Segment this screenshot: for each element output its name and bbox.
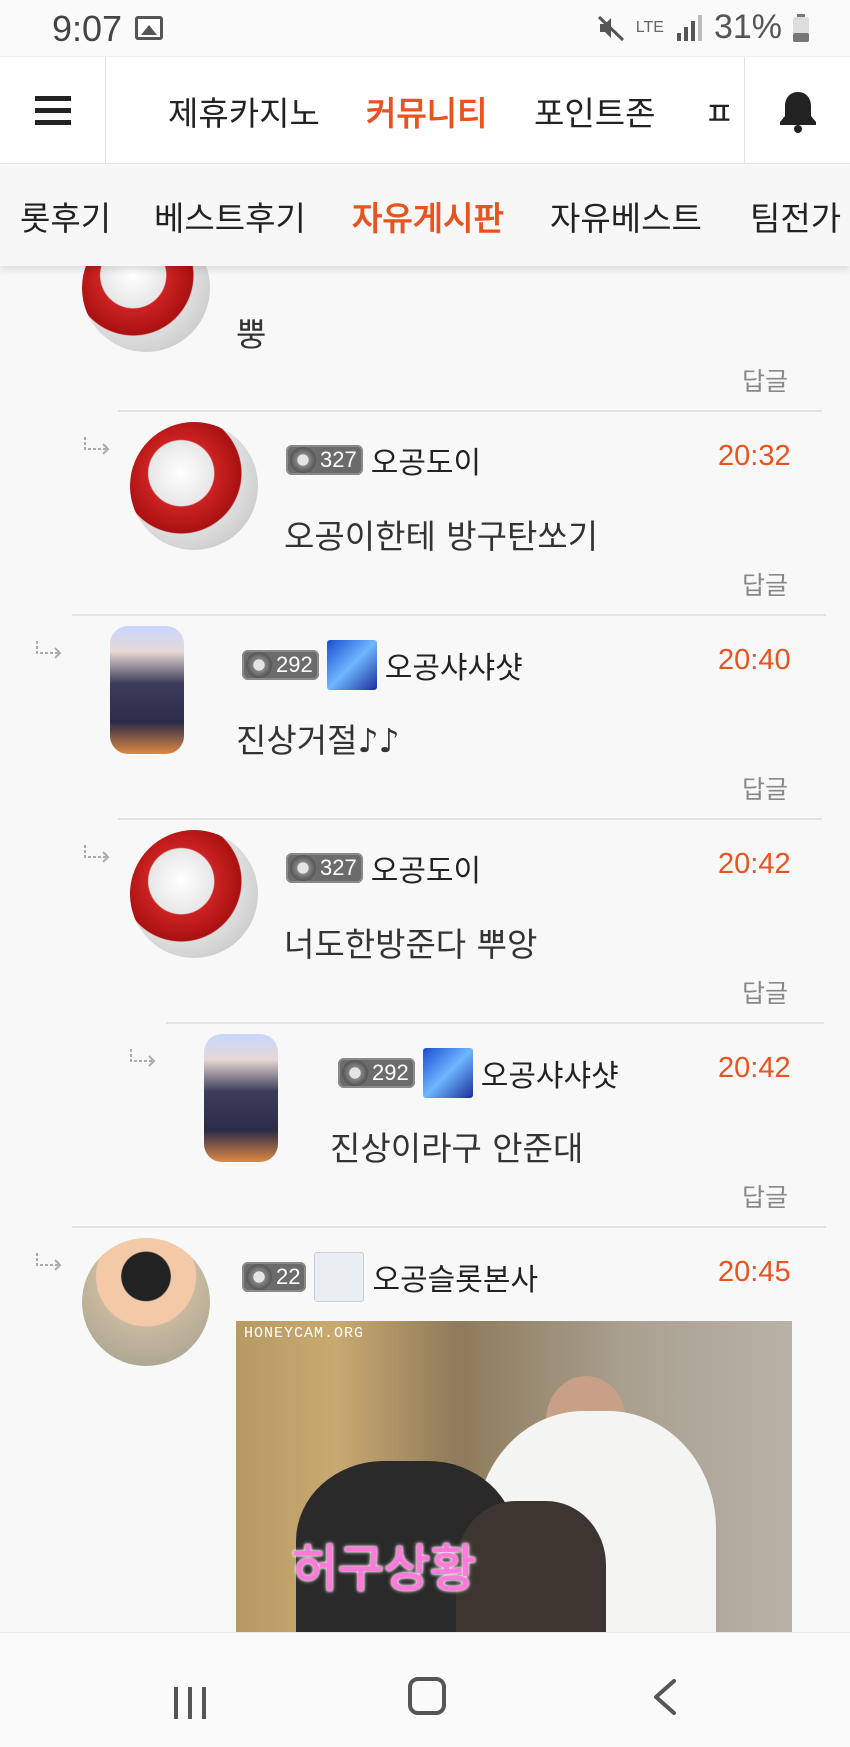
reply-arrow-icon [84,437,110,455]
comment-time: 20:42 [718,1052,791,1084]
emblem-icon [326,640,377,690]
system-nav-bar [0,1632,850,1747]
battery-icon [793,13,809,42]
reply-button[interactable]: 답글 [742,362,788,398]
status-icons: LTE 31% [596,8,810,47]
comment-gif-image[interactable]: HONEYCAM.ORG 허구상황 [236,1321,792,1632]
level-badge: 327 [286,445,363,475]
reply-button[interactable]: 답글 [742,1178,788,1214]
sub-tab-free-board[interactable]: 자유게시판 [352,192,504,240]
notification-button[interactable] [744,57,850,164]
divider [72,1226,826,1228]
avatar[interactable] [204,1034,278,1162]
comment-meta: 22 오공슬롯본사 [242,1252,538,1302]
battery-percent: 31% [713,8,782,46]
back-icon[interactable] [650,1677,680,1717]
comment-meta: 327 오공도이 [286,438,481,482]
avatar[interactable] [110,626,184,754]
divider [72,614,826,616]
emblem-icon [422,1048,473,1098]
recent-apps-icon[interactable] [172,1685,208,1721]
nickname[interactable]: 오공도이 [371,438,481,482]
divider [166,1022,824,1024]
gif-caption: 허구상황 [292,1540,476,1598]
tab-point-zone[interactable]: 포인트존 [534,87,655,135]
tab-community[interactable]: 커뮤니티 [366,87,487,135]
nickname[interactable]: 오공샤샤샷 [481,1051,619,1095]
level-badge: 292 [338,1058,415,1088]
gif-person-middle [456,1501,606,1632]
bell-icon [779,91,816,133]
comment-text: 뿡 [236,315,267,354]
nickname[interactable]: 오공샤샤샷 [385,643,523,687]
comment-list: 뿡 답글 327 오공도이 20:32 오공이한테 방구탄쏘기 답글 292 오… [0,240,850,1632]
level-badge: 292 [242,650,319,680]
reply-button[interactable]: 답글 [742,974,788,1010]
reply-button[interactable]: 답글 [742,566,788,602]
gif-watermark: HONEYCAM.ORG [244,1325,365,1342]
mute-icon [597,15,624,41]
divider [118,818,822,820]
status-bar: 9:07 LTE 31% [0,0,850,56]
main-tabs: 제휴카지노 커뮤니티 포인트존 ㅍ [106,57,744,164]
comment-text: 진상거절♪♪ [236,721,400,760]
comment-time: 20:45 [718,1256,791,1288]
sub-tab-best-review[interactable]: 베스트후기 [154,192,306,240]
sub-tab-free-best[interactable]: 자유베스트 [550,192,702,240]
reply-arrow-icon [84,845,110,863]
sub-tab-slot-review[interactable]: 롯후기 [20,192,111,240]
nickname[interactable]: 오공슬롯본사 [372,1255,538,1299]
nickname[interactable]: 오공도이 [371,846,481,890]
sub-tab-team[interactable]: 팀전가 [750,192,841,240]
level-badge: 22 [242,1262,307,1292]
level-badge: 327 [286,853,363,883]
avatar[interactable] [130,422,258,550]
menu-button[interactable] [0,57,106,164]
comment-meta: 327 오공도이 [286,846,481,890]
tab-partner-casino[interactable]: 제휴카지노 [168,87,320,135]
reply-arrow-icon [36,641,62,659]
reply-arrow-icon [36,1253,62,1271]
comment-meta: 292 오공샤샤샷 [338,1048,619,1098]
emblem-icon [314,1252,365,1302]
divider [118,410,822,412]
home-icon[interactable] [408,1677,446,1715]
reply-button[interactable]: 답글 [742,770,788,806]
sub-nav: 롯후기 베스트후기 자유게시판 자유베스트 팀전가 [0,164,850,266]
comment-time: 20:40 [718,644,791,676]
comment-text: 너도한방준다 뿌앙 [284,925,538,964]
comment-text: 진상이라구 안준대 [330,1129,584,1168]
reply-arrow-icon [130,1049,156,1067]
status-time: 9:07 [52,8,123,49]
gallery-notification-icon [135,16,163,40]
main-nav: 제휴카지노 커뮤니티 포인트존 ㅍ [0,56,850,164]
avatar[interactable] [130,830,258,958]
avatar[interactable] [82,1238,210,1366]
tab-next[interactable]: ㅍ [704,87,734,135]
comment-meta: 292 오공샤샤샷 [242,640,523,690]
comment-time: 20:32 [718,440,791,472]
comment-time: 20:42 [718,848,791,880]
network-label: LTE [635,18,664,36]
comment-text: 오공이한테 방구탄쏘기 [284,517,599,556]
hamburger-icon [34,95,71,125]
signal-icon [676,14,702,41]
